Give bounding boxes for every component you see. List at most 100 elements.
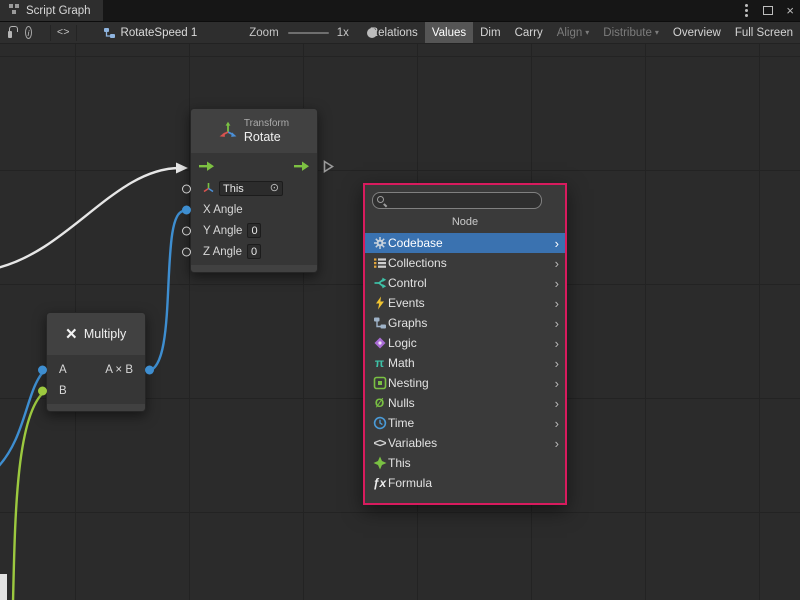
maximize-icon[interactable]: [763, 6, 773, 15]
graph-asset-icon: [103, 27, 116, 39]
dim-button[interactable]: Dim: [473, 21, 507, 44]
zoom-label: Zoom: [249, 27, 278, 39]
b-label: B: [59, 385, 67, 397]
dropdown-arrow-icon: ▾: [655, 28, 659, 37]
y-angle-port[interactable]: [182, 226, 191, 235]
x-angle-port[interactable]: [182, 205, 191, 214]
a-label: A: [59, 364, 67, 376]
finder-item-math[interactable]: π Math ›: [365, 353, 565, 373]
finder-item-label: Graphs: [388, 316, 555, 330]
flow-ports-row: [191, 157, 317, 178]
y-angle-field[interactable]: 0: [247, 223, 261, 238]
a-input-port[interactable]: [38, 365, 47, 374]
graphs-icon: [371, 316, 388, 330]
finder-item-label: Codebase: [388, 236, 555, 250]
submenu-chevron-icon: ›: [555, 437, 561, 450]
dropdown-arrow-icon: ▾: [585, 28, 589, 37]
finder-item-collections[interactable]: Collections ›: [365, 253, 565, 273]
tab-script-graph[interactable]: Script Graph: [0, 0, 103, 21]
fullscreen-button[interactable]: Full Screen: [728, 21, 800, 44]
multiply-icon: ×: [66, 325, 77, 344]
zoom-value: 1x: [337, 27, 349, 39]
finder-item-label: Nesting: [388, 376, 555, 390]
this-object-field[interactable]: This ⊙: [219, 181, 283, 196]
this-field-value: This: [223, 183, 244, 195]
window-tab-bar: Script Graph ×: [0, 0, 800, 21]
finder-item-label: Variables: [388, 436, 555, 450]
output-label: A × B: [105, 364, 133, 376]
breadcrumb-label: RotateSpeed 1: [121, 27, 198, 39]
finder-item-label: Logic: [388, 336, 555, 350]
this-port[interactable]: [182, 184, 191, 193]
finder-item-label: Collections: [388, 256, 555, 270]
align-label: Align: [557, 27, 583, 39]
z-angle-port[interactable]: [182, 247, 191, 256]
code-icon[interactable]: <>: [50, 25, 77, 41]
finder-item-nulls[interactable]: Ø Nulls ›: [365, 393, 565, 413]
flow-output-port[interactable]: [294, 160, 309, 175]
math-icon: π: [371, 356, 388, 370]
axis-icon: [203, 182, 214, 196]
flow-continue-icon: [323, 159, 334, 176]
zoom-slider-handle[interactable]: [367, 28, 377, 38]
finder-item-label: Time: [388, 416, 555, 430]
submenu-chevron-icon: ›: [555, 277, 561, 290]
close-icon[interactable]: ×: [786, 4, 794, 17]
submenu-chevron-icon: ›: [555, 397, 561, 410]
submenu-chevron-icon: ›: [555, 297, 561, 310]
finder-item-logic[interactable]: Logic ›: [365, 333, 565, 353]
variables-icon: <>: [371, 436, 388, 450]
events-icon: [371, 296, 388, 310]
values-button[interactable]: Values: [425, 21, 473, 44]
finder-item-label: Formula: [388, 476, 561, 490]
b-input-port[interactable]: [38, 386, 47, 395]
finder-item-time[interactable]: Time ›: [365, 413, 565, 433]
z-angle-field[interactable]: 0: [247, 244, 261, 259]
nesting-icon: [371, 376, 388, 390]
product-output-port[interactable]: [145, 365, 154, 374]
nulls-icon: Ø: [371, 396, 388, 410]
info-icon[interactable]: i: [25, 26, 32, 39]
finder-item-nesting[interactable]: Nesting ›: [365, 373, 565, 393]
finder-item-events[interactable]: Events ›: [365, 293, 565, 313]
finder-item-control[interactable]: Control ›: [365, 273, 565, 293]
finder-item-formula[interactable]: ƒx Formula: [365, 473, 565, 493]
this-icon: [371, 456, 388, 470]
y-angle-row: Y Angle 0: [191, 220, 317, 241]
node-header[interactable]: × Multiply: [47, 313, 145, 355]
y-angle-label: Y Angle: [203, 225, 242, 237]
finder-item-label: This: [388, 456, 561, 470]
submenu-chevron-icon: ›: [555, 357, 561, 370]
node-footer: [47, 404, 145, 411]
node-multiply[interactable]: × Multiply A A × B B: [46, 312, 146, 412]
finder-item-this[interactable]: This: [365, 453, 565, 473]
overview-button[interactable]: Overview: [666, 21, 728, 44]
graph-breadcrumb[interactable]: RotateSpeed 1: [103, 27, 198, 39]
z-angle-label: Z Angle: [203, 246, 242, 258]
node-finder-popup: Node Codebase › Collections › Control › …: [363, 183, 567, 505]
flow-input-port[interactable]: [199, 160, 214, 175]
carry-button[interactable]: Carry: [508, 21, 550, 44]
submenu-chevron-icon: ›: [555, 337, 561, 350]
zoom-slider[interactable]: [288, 32, 329, 34]
graph-toolbar: i <> RotateSpeed 1 Zoom 1x Relations Val…: [0, 21, 800, 44]
x-angle-row: X Angle: [191, 199, 317, 220]
lock-icon[interactable]: [8, 31, 12, 38]
control-icon: [371, 276, 388, 290]
object-picker-icon[interactable]: ⊙: [270, 183, 279, 194]
script-graph-icon: [8, 3, 20, 18]
collections-icon: [371, 256, 388, 270]
node-header[interactable]: Transform Rotate: [191, 109, 317, 153]
finder-item-variables[interactable]: <> Variables ›: [365, 433, 565, 453]
align-dropdown[interactable]: Align ▾: [550, 21, 597, 44]
finder-item-graphs[interactable]: Graphs ›: [365, 313, 565, 333]
finder-item-codebase[interactable]: Codebase ›: [365, 233, 565, 253]
finder-search-input[interactable]: [372, 192, 542, 209]
node-footer: [191, 265, 317, 272]
search-icon: [377, 196, 384, 203]
finder-item-label: Events: [388, 296, 555, 310]
distribute-dropdown[interactable]: Distribute ▾: [596, 21, 666, 44]
node-title: Rotate: [244, 130, 289, 144]
node-transform-rotate[interactable]: Transform Rotate This ⊙: [190, 108, 318, 273]
kebab-menu-icon[interactable]: [745, 9, 748, 12]
